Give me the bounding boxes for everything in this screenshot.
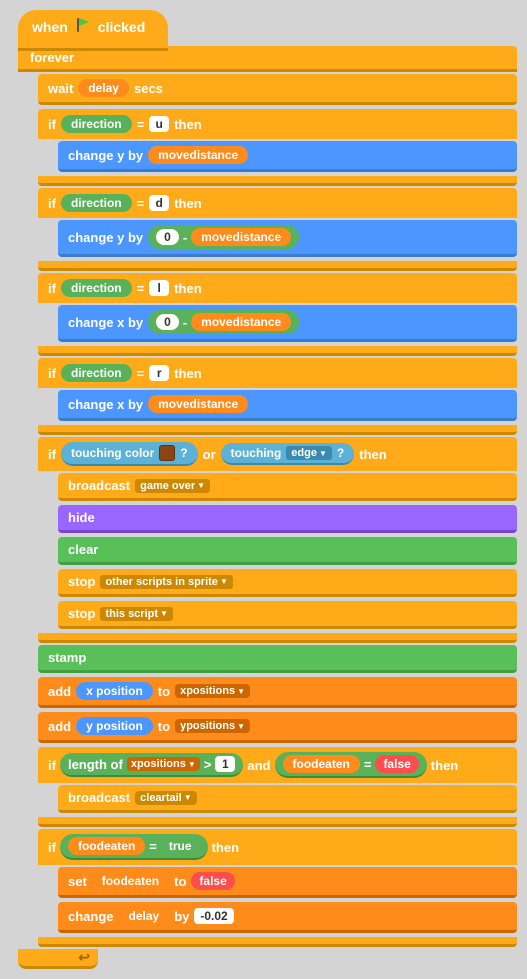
if-block-r: if direction = r then change x by movedi… <box>38 358 517 435</box>
touching-edge-block[interactable]: touching edge ? <box>221 443 355 465</box>
direction-pill-l[interactable]: direction <box>61 279 132 297</box>
hide-block[interactable]: hide <box>58 505 517 533</box>
if-block-d: if direction = d then change y by 0 - mo… <box>38 188 517 271</box>
if-foodeaten-block: if foodeaten = true then set foodeaten t… <box>38 829 517 947</box>
direction-pill-r[interactable]: direction <box>61 364 132 382</box>
if-touch-block: if touching color ? or touching edge ? t… <box>38 437 517 643</box>
foodeaten-eq-false[interactable]: foodeaten = false <box>275 752 427 778</box>
when-label: when <box>32 19 68 35</box>
add-x-block[interactable]: add x position to xpositions <box>38 677 517 708</box>
val-l[interactable]: l <box>149 280 169 296</box>
broadcast-cleartail[interactable]: broadcast cleartail <box>58 785 517 813</box>
val-r[interactable]: r <box>149 365 169 381</box>
add-y-block[interactable]: add y position to ypositions <box>38 712 517 743</box>
if-block-u: if direction = u then change y by movedi… <box>38 109 517 186</box>
wait-block[interactable]: wait delay secs <box>38 74 517 105</box>
broadcast-gameover[interactable]: broadcast game over <box>58 473 517 501</box>
eq-u: = <box>137 117 145 132</box>
stamp-block[interactable]: stamp <box>38 645 517 673</box>
change-y-down[interactable]: change y by 0 - movedistance <box>58 220 517 257</box>
clear-block[interactable]: clear <box>58 537 517 565</box>
stop-other-block[interactable]: stop other scripts in sprite <box>58 569 517 597</box>
change-delay[interactable]: change delay by -0.02 <box>58 902 517 933</box>
change-x-right[interactable]: change x by movedistance <box>58 390 517 421</box>
change-y-up[interactable]: change y by movedistance <box>58 141 517 172</box>
touching-color-block[interactable]: touching color ? <box>61 442 198 466</box>
set-foodeaten[interactable]: set foodeaten to false <box>58 867 517 898</box>
direction-pill-d[interactable]: direction <box>61 194 132 212</box>
wait-label: wait <box>48 81 73 96</box>
length-op[interactable]: length of xpositions > 1 <box>60 753 243 777</box>
color-swatch[interactable] <box>159 445 175 461</box>
foodeaten-eq-true[interactable]: foodeaten = true <box>60 834 208 860</box>
forever-end: ↩ <box>18 949 98 969</box>
hat-block[interactable]: when clicked <box>18 10 168 46</box>
clicked-label: clicked <box>98 19 145 35</box>
if-length-block: if length of xpositions > 1 and foodeate… <box>38 747 517 827</box>
secs-label: secs <box>134 81 163 96</box>
direction-pill-u[interactable]: direction <box>61 115 132 133</box>
change-x-left[interactable]: change x by 0 - movedistance <box>58 305 517 342</box>
val-d[interactable]: d <box>149 195 169 211</box>
val-u[interactable]: u <box>149 116 169 132</box>
delay-var[interactable]: delay <box>78 79 129 97</box>
stop-this-block[interactable]: stop this script <box>58 601 517 629</box>
if-block-l: if direction = l then change x by 0 - mo… <box>38 273 517 356</box>
flag-icon <box>74 16 92 37</box>
